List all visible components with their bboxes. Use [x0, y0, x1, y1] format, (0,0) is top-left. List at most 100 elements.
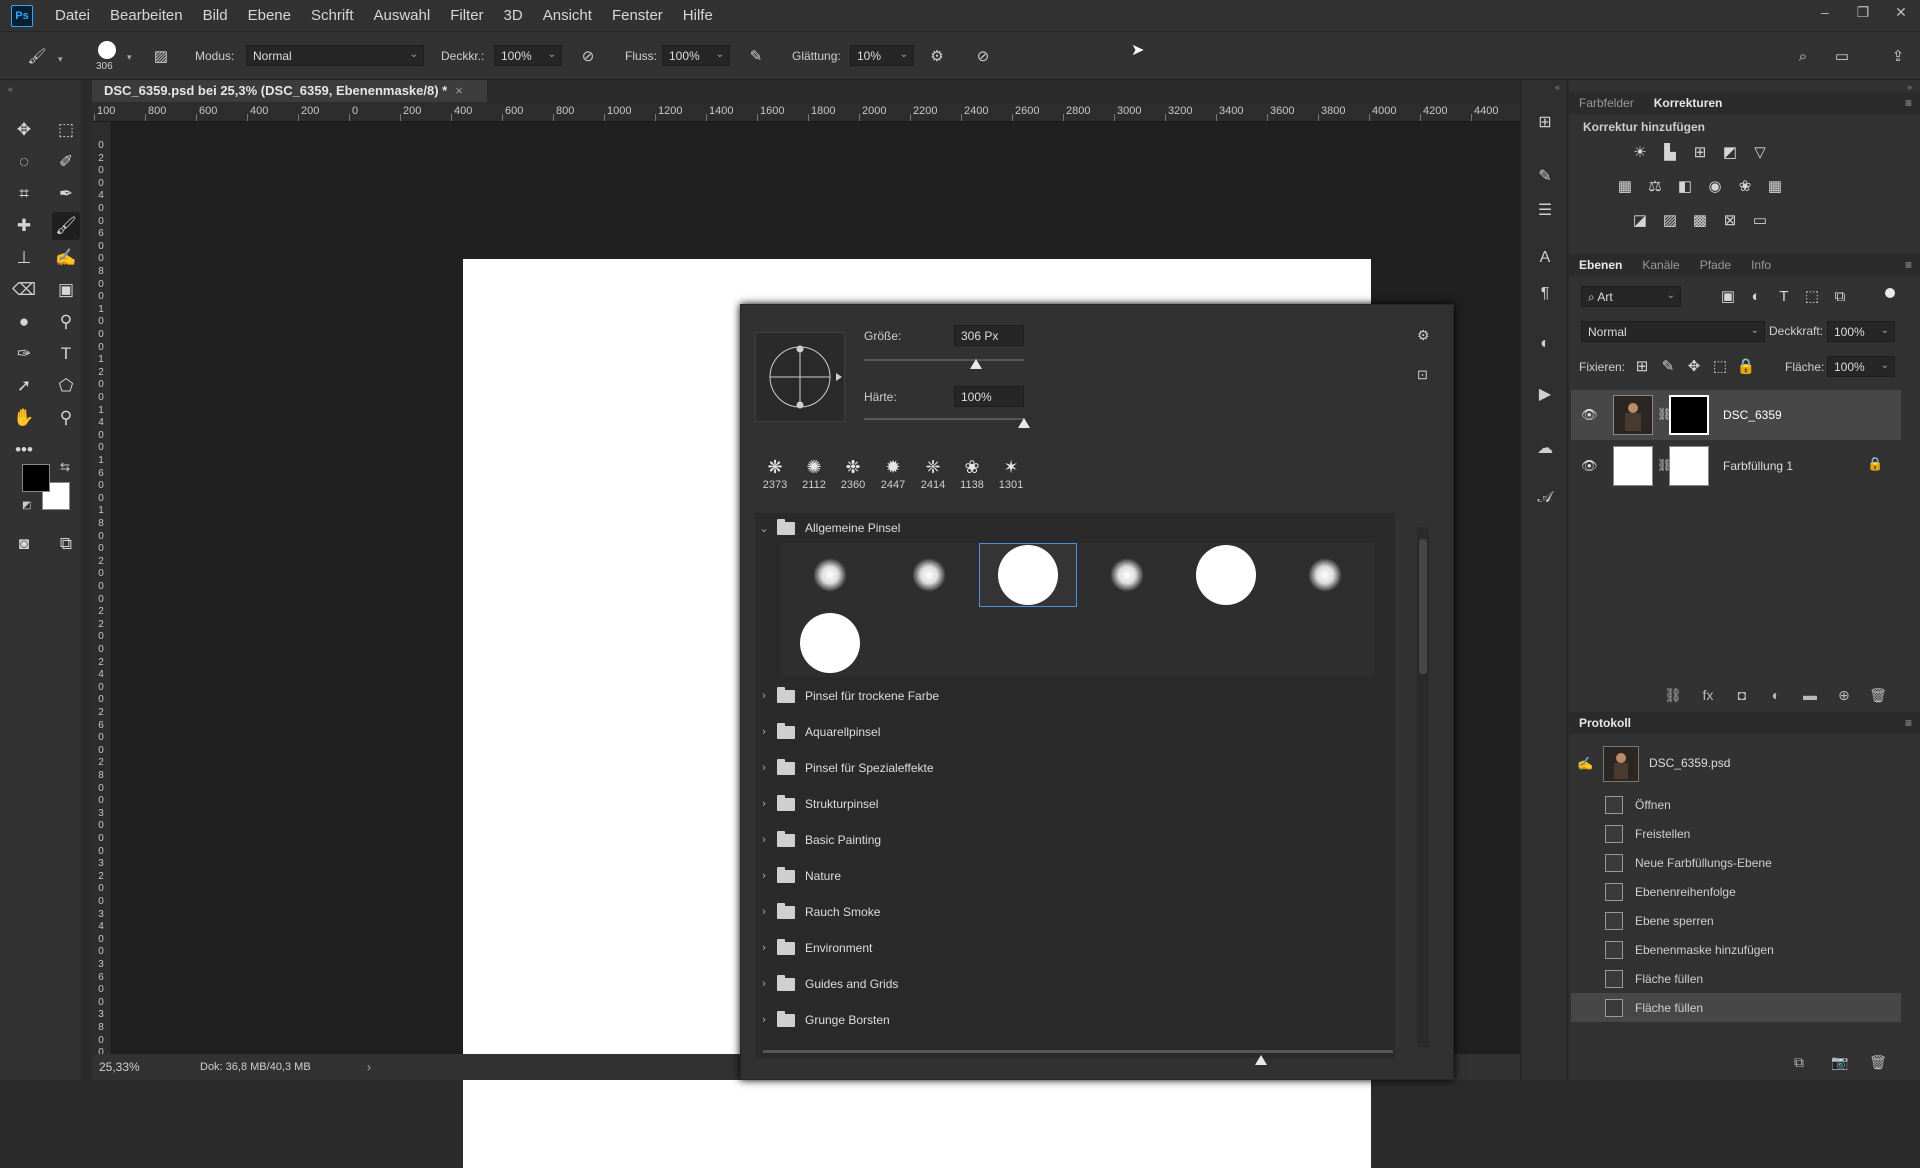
brush-tip[interactable]: [1177, 543, 1275, 607]
threshold-icon[interactable]: ▩: [1689, 210, 1711, 230]
panel-menu-icon[interactable]: ≡: [1905, 96, 1912, 110]
new-document-from-state-icon[interactable]: ⧉: [1788, 1053, 1810, 1071]
brush-group[interactable]: › Aquarellpinsel: [755, 717, 1375, 747]
filter-toggle-icon[interactable]: [1885, 288, 1895, 298]
gear-icon[interactable]: ⚙: [926, 45, 948, 67]
brush-group[interactable]: › Guides and Grids: [755, 969, 1375, 999]
lock-all-icon[interactable]: 🔒: [1735, 356, 1757, 376]
color-balance-icon[interactable]: ⚖: [1644, 176, 1666, 196]
tool-preset-chevron-icon[interactable]: ▾: [58, 54, 63, 65]
new-layer-icon[interactable]: ⊕: [1833, 686, 1855, 704]
recent-brush[interactable]: ❀ 1138: [954, 455, 990, 491]
selective-color-icon[interactable]: ⊠: [1719, 210, 1741, 230]
creative-cloud-icon[interactable]: ☁: [1533, 436, 1557, 460]
fill-input[interactable]: 100% ⌄: [1827, 356, 1895, 377]
hardness-slider[interactable]: [864, 418, 1030, 428]
filter-adjustment-icon[interactable]: ◐: [1745, 286, 1767, 306]
brightness-icon[interactable]: ☀: [1629, 142, 1651, 162]
menu-filter[interactable]: Filter: [450, 7, 483, 24]
menu-bild[interactable]: Bild: [203, 7, 228, 24]
black-white-icon[interactable]: ◧: [1674, 176, 1696, 196]
history-item[interactable]: Öffnen: [1571, 790, 1901, 819]
menu-3d[interactable]: 3D: [504, 7, 523, 24]
hardness-input[interactable]: 100%: [954, 386, 1024, 407]
layer-filter-select[interactable]: ⌕ Art ⌄: [1581, 286, 1681, 307]
expand-icon[interactable]: «: [1555, 82, 1560, 92]
minimize-icon[interactable]: –: [1806, 0, 1844, 24]
menu-bearbeiten[interactable]: Bearbeiten: [110, 7, 183, 24]
history-item[interactable]: Ebenenmaske hinzufügen: [1571, 935, 1901, 964]
history-item-selected[interactable]: Fläche füllen: [1571, 993, 1901, 1022]
scrollbar-thumb[interactable]: [1419, 539, 1427, 674]
hardness-slider-thumb[interactable]: [1018, 418, 1030, 428]
brush-tip[interactable]: [880, 543, 978, 607]
tab-kanaele[interactable]: Kanäle: [1632, 258, 1689, 272]
type-tool-icon[interactable]: T: [52, 340, 80, 368]
brush-group[interactable]: › Rauch Smoke: [755, 897, 1375, 927]
tab-farbfelder[interactable]: Farbfelder: [1569, 96, 1644, 110]
opacity-input[interactable]: 100% ⌄: [494, 45, 562, 66]
brush-tip[interactable]: [781, 543, 879, 607]
brush-angle-preview[interactable]: [755, 332, 845, 422]
healing-brush-tool-icon[interactable]: ✚: [10, 212, 38, 240]
character-icon[interactable]: A: [1533, 246, 1557, 270]
vibrance-icon[interactable]: ▽: [1749, 142, 1771, 162]
invert-icon[interactable]: ◪: [1629, 210, 1651, 230]
lock-transparency-icon[interactable]: ⊞: [1631, 356, 1653, 376]
close-document-icon[interactable]: ×: [455, 83, 463, 98]
history-item[interactable]: Fläche füllen: [1571, 964, 1901, 993]
layer-mask-thumbnail[interactable]: [1669, 446, 1709, 486]
crop-tool-icon[interactable]: ⌗: [10, 180, 38, 208]
brush-settings-panel-icon[interactable]: ✎: [1533, 164, 1557, 188]
brush-group[interactable]: › Environment: [755, 933, 1375, 963]
brush-list-scrollbar[interactable]: [1417, 527, 1429, 1047]
link-layers-icon[interactable]: ⛓: [1662, 686, 1684, 704]
dodge-tool-icon[interactable]: ⚲: [52, 308, 80, 336]
clone-stamp-tool-icon[interactable]: ⊥: [10, 244, 38, 272]
collapse-icon[interactable]: »: [1907, 82, 1912, 92]
eye-icon[interactable]: 👁: [1581, 407, 1598, 423]
flow-input[interactable]: 100% ⌄: [662, 45, 730, 66]
camera-icon[interactable]: 📷: [1829, 1053, 1851, 1071]
swap-colors-icon[interactable]: ⇆: [60, 460, 70, 474]
size-input[interactable]: 306 Px: [954, 325, 1024, 346]
size-slider[interactable]: [864, 359, 1024, 369]
hue-saturation-icon[interactable]: ▦: [1614, 176, 1636, 196]
history-snapshot[interactable]: ✍ DSC_6359.psd: [1571, 744, 1901, 784]
pen-tool-icon[interactable]: ✑: [10, 340, 38, 368]
brush-group[interactable]: › Pinsel für trockene Farbe: [755, 681, 1375, 711]
gradient-tool-icon[interactable]: ▣: [52, 276, 80, 304]
brush-picker-chevron-icon[interactable]: ▾: [127, 52, 132, 63]
recent-brush[interactable]: ✹ 2447: [875, 455, 911, 491]
more-tools-icon[interactable]: •••: [10, 436, 38, 464]
quick-selection-tool-icon[interactable]: ✐: [52, 148, 80, 176]
recent-brush[interactable]: ❈ 2414: [915, 455, 951, 491]
gear-icon[interactable]: ⚙: [1417, 327, 1430, 344]
glyphs-icon[interactable]: ◐: [1533, 332, 1557, 356]
levels-icon[interactable]: ▙: [1659, 142, 1681, 162]
history-brush-icon[interactable]: ✍: [1577, 756, 1593, 772]
history-item[interactable]: Neue Farbfüllungs-Ebene: [1571, 848, 1901, 877]
zoom-tool-icon[interactable]: ⚲: [52, 404, 80, 432]
brush-group[interactable]: › Basic Painting: [755, 825, 1375, 855]
fx-icon[interactable]: fx: [1697, 686, 1719, 704]
brush-settings-icon[interactable]: ▨: [150, 45, 172, 67]
actions-play-icon[interactable]: ▶: [1533, 382, 1557, 406]
filter-pixel-icon[interactable]: ▣: [1717, 286, 1739, 306]
smoothing-input[interactable]: 10% ⌄: [850, 45, 914, 66]
search-icon[interactable]: ⌕: [1792, 45, 1814, 67]
panel-menu-icon[interactable]: ≡: [1905, 258, 1912, 272]
color-lookup-icon[interactable]: ▦: [1764, 176, 1786, 196]
libraries-icon[interactable]: ⊞: [1533, 110, 1557, 134]
document-info[interactable]: Dok: 36,8 MB/40,3 MB: [200, 1061, 311, 1073]
menu-fenster[interactable]: Fenster: [612, 7, 663, 24]
pressure-size-icon[interactable]: ⊘: [972, 45, 994, 67]
mode-select[interactable]: Normal ⌄: [246, 45, 424, 66]
eyedropper-tool-icon[interactable]: ✒: [52, 180, 80, 208]
menu-schrift[interactable]: Schrift: [311, 7, 354, 24]
layer-row[interactable]: 👁 ⛓ Farbfüllung 1 🔒: [1571, 441, 1901, 491]
hand-tool-icon[interactable]: ✋: [10, 404, 38, 432]
collapse-icon[interactable]: «: [8, 84, 13, 94]
close-icon[interactable]: ✕: [1882, 0, 1920, 24]
history-brush-tool-icon[interactable]: ✍: [52, 244, 80, 272]
